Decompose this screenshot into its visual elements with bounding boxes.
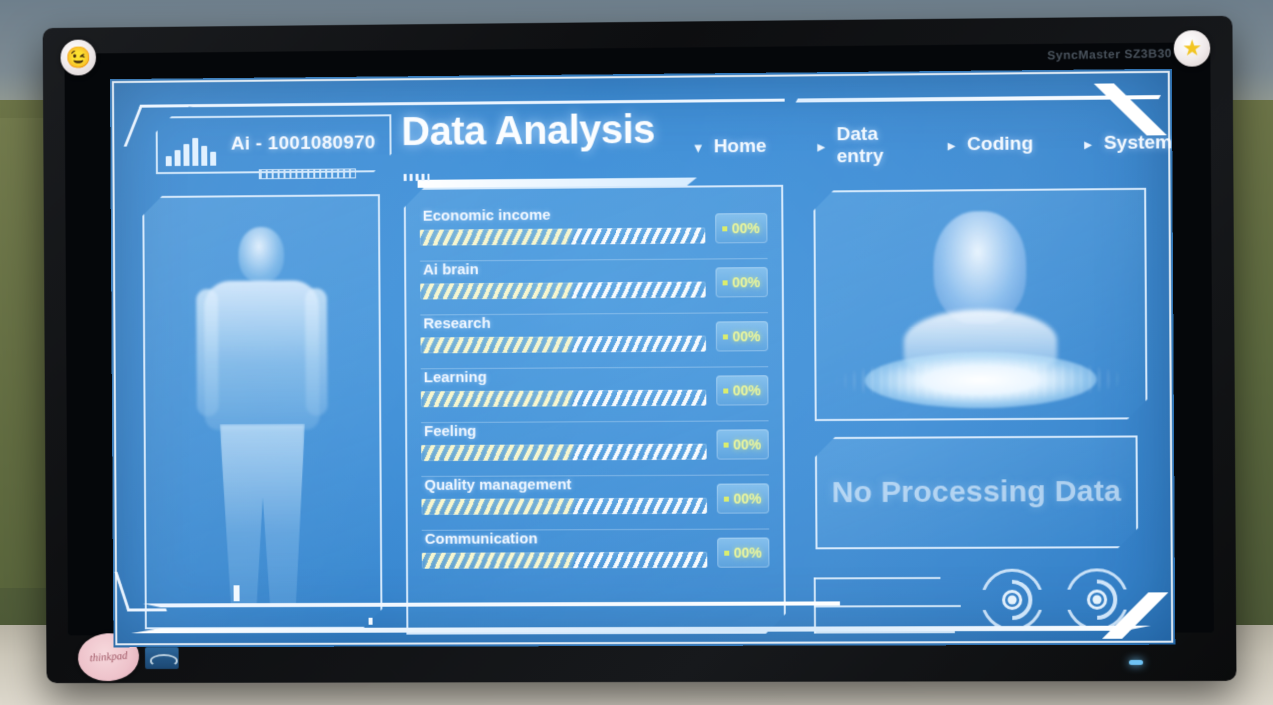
corner-decoration-bottom-right	[1089, 592, 1170, 639]
metrics-panel: Economic income 00% Ai brain 00% Researc…	[404, 185, 786, 635]
silhouette-head	[238, 227, 284, 283]
processing-status-panel: No Processing Data	[815, 435, 1138, 549]
status-dot-icon	[724, 496, 729, 501]
metric-value-chip: 00%	[715, 267, 767, 297]
metric-bar-fill	[421, 444, 572, 461]
corner-decoration-top-right	[1076, 82, 1169, 137]
metric-bar-fill	[420, 229, 571, 246]
metric-value-chip: 00%	[715, 213, 767, 243]
nav-item-coding[interactable]: ► Coding	[945, 122, 1033, 167]
metric-progress-bar	[421, 444, 706, 461]
no-processing-data-message: No Processing Data	[831, 474, 1122, 510]
metric-progress-bar	[421, 336, 706, 354]
power-led-indicator	[1128, 659, 1144, 665]
metric-value: 00%	[732, 274, 761, 291]
metric-value-chip: 00%	[716, 321, 768, 351]
metric-row[interactable]: Research 00%	[420, 313, 768, 369]
metric-value-chip: 00%	[717, 483, 769, 513]
bottom-tick-marker	[233, 585, 240, 602]
nav-item-data-entry[interactable]: ► Data entry	[815, 124, 897, 169]
hologram-head	[933, 211, 1026, 324]
badge-tick-decoration	[258, 168, 356, 180]
ai-id-label: Ai - 1001080970	[230, 132, 376, 155]
metric-progress-bar	[420, 227, 705, 245]
metric-bar-fill	[422, 552, 573, 569]
monitor-brand-label: SyncMaster SZ3B30	[1046, 46, 1172, 63]
metric-progress-bar	[422, 552, 707, 569]
chevron-right-icon: ►	[814, 138, 828, 154]
body-scan-panel	[142, 194, 382, 629]
status-dot-icon	[723, 280, 728, 285]
metric-row[interactable]: Feeling 00%	[421, 421, 769, 477]
metric-row[interactable]: Economic income 00%	[420, 205, 768, 262]
metric-bar-fill	[421, 390, 572, 407]
smiley-sticker: 😉	[60, 39, 97, 76]
metric-value-chip: 00%	[716, 375, 768, 405]
metric-value: 00%	[732, 382, 761, 399]
star-sticker: ★	[1173, 30, 1211, 67]
metric-bar-fill	[421, 336, 572, 353]
ai-id-badge: Ai - 1001080970	[156, 114, 392, 174]
bottom-rule-upper	[143, 601, 840, 607]
metric-row[interactable]: Quality management 00%	[421, 475, 769, 530]
metric-bar-fill	[420, 282, 571, 299]
metric-value: 00%	[731, 220, 760, 237]
monitor: SyncMaster SZ3B30 😉 ★ thinkpad Ai - 1001…	[40, 15, 1237, 684]
manufacturer-badge-sticker	[144, 647, 179, 670]
metric-row[interactable]: Learning 00%	[421, 367, 769, 423]
smiley-icon: 😉	[65, 45, 92, 70]
metric-row[interactable]: Ai brain 00%	[420, 259, 768, 315]
nav-label-home: Home	[713, 135, 767, 158]
metric-progress-bar	[421, 390, 706, 408]
metric-value-chip: 00%	[716, 429, 768, 459]
status-dot-icon	[724, 442, 729, 447]
metric-value: 00%	[733, 436, 762, 453]
metric-value: 00%	[733, 544, 762, 561]
screen-content: Ai - 1001080970 Data Analysis ▼ Home ► D…	[109, 68, 1176, 648]
nav-item-home[interactable]: ▼ Home	[692, 125, 767, 170]
status-dot-icon	[723, 226, 728, 231]
metric-progress-bar	[420, 282, 705, 300]
bottom-rule-lower	[131, 626, 1151, 634]
metric-value: 00%	[733, 490, 762, 507]
status-dot-icon	[725, 550, 730, 555]
page-title: Data Analysis	[401, 107, 656, 155]
status-dot-icon	[723, 334, 728, 339]
nav-label-data-entry: Data entry	[836, 123, 884, 168]
silhouette-torso	[204, 280, 320, 430]
bar-chart-icon	[166, 132, 222, 166]
body-silhouette	[198, 218, 327, 613]
metrics-list: Economic income 00% Ai brain 00% Researc…	[420, 205, 770, 585]
metric-bar-fill	[421, 498, 572, 515]
corner-decoration-bottom-left	[114, 571, 167, 612]
bottom-frame-decoration	[113, 570, 1175, 647]
nav-label-coding: Coding	[967, 133, 1034, 156]
status-dot-icon	[724, 388, 729, 393]
chevron-right-icon: ►	[1081, 136, 1095, 152]
metric-value-chip: 00%	[717, 538, 769, 568]
chevron-down-icon: ▼	[691, 139, 705, 156]
bottom-dot-marker	[368, 617, 373, 625]
scan-tick-decoration	[133, 256, 143, 318]
star-icon: ★	[1181, 35, 1203, 61]
chevron-right-icon: ►	[944, 137, 959, 153]
handwritten-note-text: thinkpad	[89, 649, 128, 665]
metrics-header-ticks	[403, 173, 430, 181]
metric-value: 00%	[732, 328, 761, 345]
hologram-panel	[813, 188, 1147, 421]
metric-progress-bar	[421, 498, 706, 515]
header-rule	[167, 99, 784, 108]
